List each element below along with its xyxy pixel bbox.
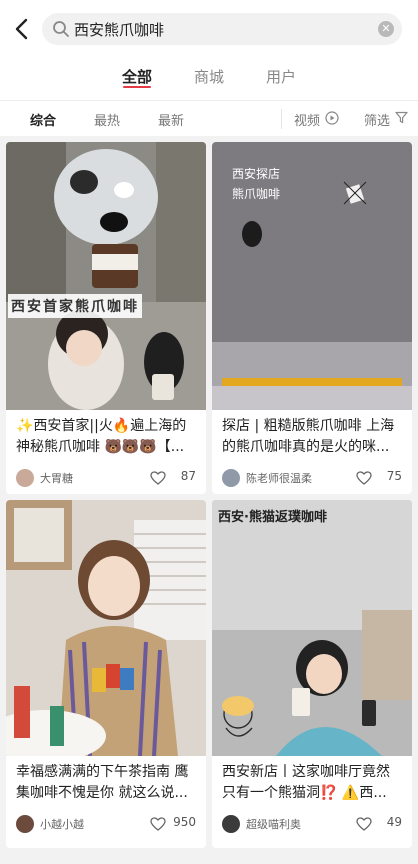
note-card[interactable]: 西安探店 熊爪咖啡 探店 | 粗糙版熊爪咖啡 上海的熊爪咖啡真的是火的咪... …: [212, 142, 412, 494]
filter-divider: [281, 109, 282, 129]
filter-bar: 综合 最热 最新 视频 筛选: [0, 100, 418, 136]
note-cover-image[interactable]: [6, 500, 206, 756]
author-name[interactable]: 大胃糖: [40, 470, 73, 486]
cover-photo: [212, 500, 412, 756]
search-input[interactable]: 西安熊爪咖啡 ✕: [42, 13, 402, 45]
note-meta: 超级喵利奥 49: [222, 814, 402, 834]
like-count: 950: [173, 815, 196, 829]
filter-comprehensive[interactable]: 综合: [30, 110, 56, 129]
tab-all[interactable]: 全部: [122, 66, 152, 87]
note-card[interactable]: 西安首家熊爪咖啡 ✨西安首家||火🔥遍上海的神秘熊爪咖啡 🐻🐻🐻【... 大胃糖…: [6, 142, 206, 494]
filter-video[interactable]: 视频: [294, 110, 320, 129]
like-count: 75: [386, 469, 402, 483]
note-meta: 小越小越 950: [16, 814, 196, 834]
clear-search-icon[interactable]: ✕: [378, 21, 394, 37]
active-tab-indicator: [123, 86, 151, 88]
play-circle-icon[interactable]: [325, 111, 339, 125]
result-tabs: 全部 商城 用户: [0, 56, 418, 100]
author-name[interactable]: 陈老师很温柔: [246, 470, 312, 486]
note-title[interactable]: ✨西安首家||火🔥遍上海的神秘熊爪咖啡 🐻🐻🐻【...: [16, 416, 196, 458]
note-card[interactable]: 幸福感满满的下午茶指南 鹰集咖啡不愧是你 就这么说... 小越小越 950: [6, 500, 206, 848]
note-title[interactable]: 西安新店丨这家咖啡厅竟然只有一个熊猫洞⁉️ ⚠️西...: [222, 762, 402, 804]
filter-screen[interactable]: 筛选: [364, 110, 390, 129]
like-count: 49: [386, 815, 402, 829]
like-count: 87: [180, 469, 196, 483]
note-cover-image[interactable]: 西安首家熊爪咖啡: [6, 142, 206, 410]
search-query: 西安熊爪咖啡: [74, 21, 165, 39]
filter-newest[interactable]: 最新: [158, 110, 184, 129]
avatar[interactable]: [16, 469, 34, 487]
note-meta: 陈老师很温柔 75: [222, 468, 402, 488]
cover-overlay-text: 西安首家熊爪咖啡: [8, 294, 142, 318]
heart-icon[interactable]: [356, 471, 372, 485]
note-card[interactable]: 西安·熊猫返璞咖啡 西安新店丨这家咖啡厅竟然只有一个熊猫洞⁉️ ⚠️西... 超…: [212, 500, 412, 848]
cover-overlay-text: 西安·熊猫返璞咖啡: [218, 510, 327, 525]
avatar[interactable]: [16, 815, 34, 833]
avatar[interactable]: [222, 815, 240, 833]
search-icon: [53, 21, 69, 37]
note-cover-image[interactable]: 西安探店 熊爪咖啡: [212, 142, 412, 410]
note-title[interactable]: 幸福感满满的下午茶指南 鹰集咖啡不愧是你 就这么说...: [16, 762, 196, 804]
note-title[interactable]: 探店 | 粗糙版熊爪咖啡 上海的熊爪咖啡真的是火的咪...: [222, 416, 402, 458]
cover-photo: [6, 142, 206, 410]
heart-icon[interactable]: [150, 817, 166, 831]
author-name[interactable]: 超级喵利奥: [246, 816, 301, 832]
tab-users[interactable]: 用户: [266, 66, 296, 87]
note-meta: 大胃糖 87: [16, 468, 196, 488]
heart-icon[interactable]: [356, 817, 372, 831]
note-cover-image[interactable]: 西安·熊猫返璞咖啡: [212, 500, 412, 756]
filter-hottest[interactable]: 最热: [94, 110, 120, 129]
author-name[interactable]: 小越小越: [40, 816, 84, 832]
heart-icon[interactable]: [150, 471, 166, 485]
cover-photo: [6, 500, 206, 756]
back-arrow-icon[interactable]: [10, 14, 34, 44]
funnel-icon[interactable]: [395, 111, 408, 124]
avatar[interactable]: [222, 469, 240, 487]
cover-overlay-text: 西安探店 熊爪咖啡: [232, 167, 281, 201]
top-bar: 西安熊爪咖啡 ✕: [0, 0, 418, 56]
tab-mall[interactable]: 商城: [194, 66, 224, 87]
